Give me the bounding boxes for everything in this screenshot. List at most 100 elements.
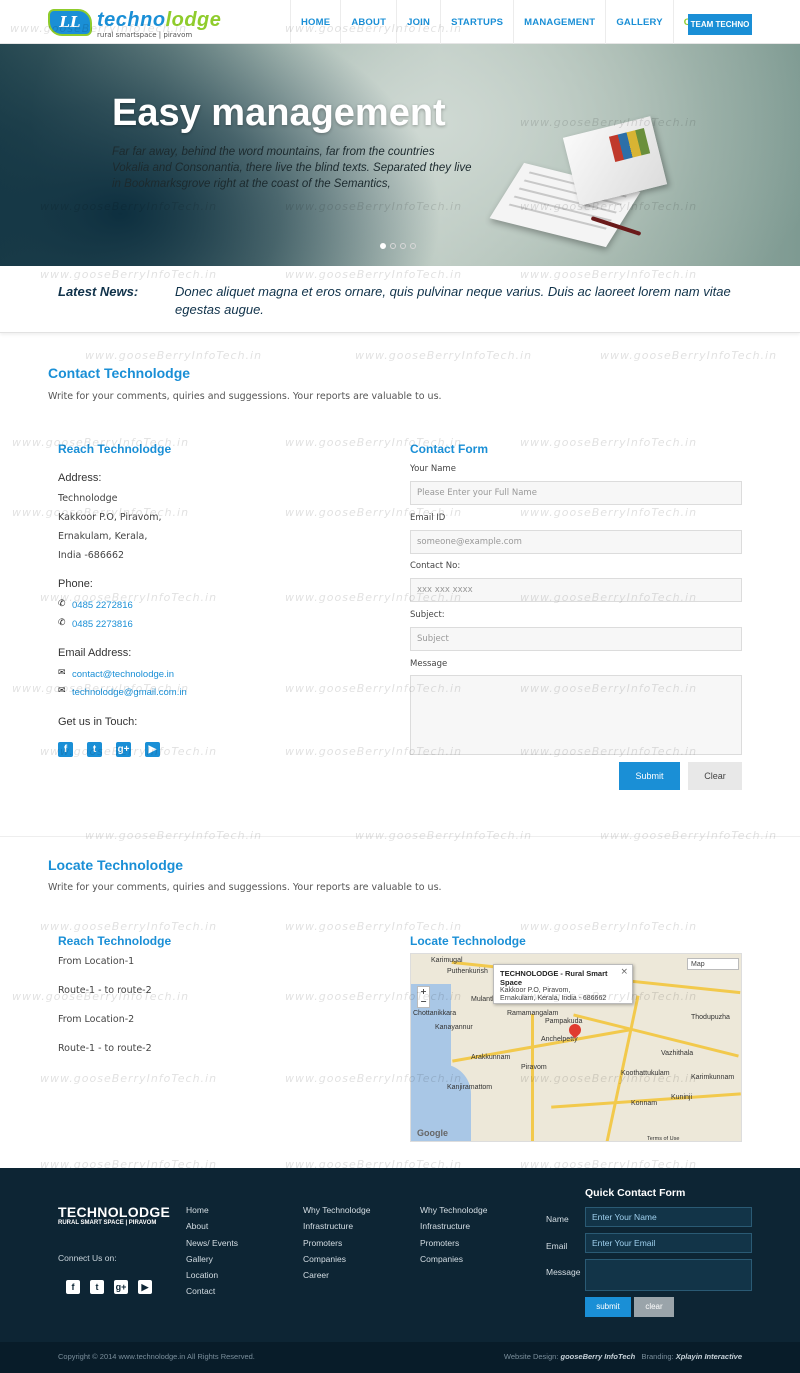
footer-link[interactable]: Why Technolodge — [420, 1203, 487, 1219]
touch-label: Get us in Touch: — [58, 716, 138, 728]
subject-label: Subject: — [410, 610, 445, 620]
contact-title: Contact Technolodge — [48, 365, 191, 381]
email-link-2[interactable]: technolodge@gmail.com.in — [72, 687, 187, 698]
address-label: Address: — [58, 472, 102, 484]
twitter-icon[interactable]: t — [90, 1280, 104, 1294]
message-textarea[interactable] — [410, 675, 742, 755]
nav-management[interactable]: MANAGEMENT — [513, 0, 605, 44]
phone-label: Phone: — [58, 578, 93, 590]
map-place: Arakkunnam — [471, 1054, 511, 1061]
name-input[interactable]: Please Enter your Full Name — [410, 481, 742, 505]
watermark: www.gooseBerryInfoTech.in — [520, 506, 698, 519]
qc-name-input[interactable]: Enter Your Name — [585, 1207, 752, 1227]
footer-link[interactable]: Home — [186, 1203, 238, 1219]
footer-col-2: Why Technolodge Infrastructure Promoters… — [303, 1203, 370, 1284]
hero-title: Easy management — [112, 92, 446, 134]
footer-link[interactable]: Companies — [420, 1252, 487, 1268]
close-icon[interactable]: × — [620, 967, 628, 977]
map-zoom-control[interactable]: + − — [417, 986, 430, 1008]
nav-about[interactable]: ABOUT — [340, 0, 396, 44]
logo-wordmark[interactable]: technolodge — [97, 9, 221, 32]
qc-email-label: Email — [546, 1241, 568, 1251]
google-plus-icon[interactable]: g+ — [114, 1280, 128, 1294]
terms-link[interactable]: Terms of Use — [647, 1136, 679, 1141]
footer-link[interactable]: Career — [303, 1268, 370, 1284]
map-type-button[interactable]: Map — [687, 958, 739, 970]
location-map[interactable]: Karimugal Puthenkurish Ramamangalam Pamp… — [410, 953, 742, 1142]
phone-link-1[interactable]: 0485 2272816 — [72, 600, 133, 611]
footer-link[interactable]: Why Technolodge — [303, 1203, 370, 1219]
map-place: Vazhithala — [661, 1050, 694, 1057]
footer-link[interactable]: About — [186, 1219, 238, 1235]
locate-subtitle: Write for your comments, quiries and sug… — [48, 882, 442, 893]
map-place: Kanayannur — [435, 1024, 473, 1031]
nav-startups[interactable]: STARTUPS — [440, 0, 513, 44]
contact-no-label: Contact No: — [410, 561, 461, 571]
facebook-icon[interactable]: f — [58, 742, 73, 757]
logo-tagline: rural smartspace | piravom — [97, 31, 193, 39]
map-place: Kuninji — [671, 1094, 693, 1101]
team-techno-button[interactable]: TEAM TECHNO — [688, 14, 752, 35]
route-item: From Location-1 — [58, 956, 135, 967]
footer-link[interactable]: Location — [186, 1268, 238, 1284]
route-item: Route-1 - to route-2 — [58, 985, 152, 996]
footer-link[interactable]: Companies — [303, 1252, 370, 1268]
footer-link[interactable]: News/ Events — [186, 1236, 238, 1252]
qc-email-input[interactable]: Enter Your Email — [585, 1233, 752, 1253]
section-divider — [0, 836, 800, 837]
nav-join[interactable]: JOIN — [396, 0, 440, 44]
email-field-label: Email ID — [410, 513, 446, 523]
slide-dot-1[interactable] — [380, 243, 386, 249]
qc-message-textarea[interactable] — [585, 1259, 752, 1291]
submit-button[interactable]: Submit — [619, 762, 680, 790]
credits: Website Design: gooseBerry InfoTech Bran… — [504, 1352, 742, 1361]
footer-logo[interactable]: TECHNOLODGE — [58, 1204, 170, 1220]
slide-dot-4[interactable] — [410, 243, 416, 249]
site-header: LL technolodge rural smartspace | piravo… — [0, 0, 800, 44]
latest-news-text[interactable]: Donec aliquet magna et eros ornare, quis… — [175, 283, 755, 319]
qc-submit-button[interactable]: submit — [585, 1297, 631, 1317]
watermark: www.gooseBerryInfoTech.in — [520, 436, 698, 449]
map-place: Thodupuzha — [691, 1014, 730, 1021]
connect-label: Connect Us on: — [58, 1253, 117, 1263]
footer-link[interactable]: Infrastructure — [303, 1219, 370, 1235]
logo-icon[interactable]: LL — [48, 9, 92, 36]
map-place: Kanjiramattom — [447, 1084, 493, 1091]
map-place: Koothattukulam — [621, 1070, 670, 1077]
phone-link-2[interactable]: 0485 2273816 — [72, 619, 133, 630]
footer-link[interactable]: Infrastructure — [420, 1219, 487, 1235]
map-place: Anchelpetty — [541, 1036, 578, 1043]
map-title: Locate Technolodge — [410, 934, 526, 948]
clear-button[interactable]: Clear — [688, 762, 742, 790]
nav-home[interactable]: HOME — [290, 0, 340, 44]
footer-link[interactable]: Promoters — [303, 1236, 370, 1252]
copyright-text: Copyright © 2014 www.technolodge.in All … — [58, 1352, 255, 1361]
footer-link[interactable]: Promoters — [420, 1236, 487, 1252]
address-block: Technolodge Kakkoor P.O, Piravom, Ernaku… — [58, 489, 161, 565]
popup-address: Ernakulam, Kerala, India - 686662 — [500, 995, 607, 1002]
twitter-icon[interactable]: t — [87, 742, 102, 757]
footer-link[interactable]: Contact — [186, 1284, 238, 1300]
nav-gallery[interactable]: GALLERY — [605, 0, 672, 44]
map-place: Chottanikkara — [413, 1010, 457, 1017]
watermark: www.gooseBerryInfoTech.in — [600, 349, 778, 362]
facebook-icon[interactable]: f — [66, 1280, 80, 1294]
slide-dot-3[interactable] — [400, 243, 406, 249]
design-credit[interactable]: gooseBerry InfoTech — [561, 1352, 636, 1361]
contact-no-input[interactable]: xxx xxx xxxx — [410, 578, 742, 602]
qc-clear-button[interactable]: clear — [634, 1297, 674, 1317]
youtube-icon[interactable]: ▶ — [145, 742, 160, 757]
phone-icon: ✆ — [58, 599, 66, 609]
youtube-icon[interactable]: ▶ — [138, 1280, 152, 1294]
map-road — [605, 995, 640, 1141]
email-input[interactable]: someone@example.com — [410, 530, 742, 554]
footer-link[interactable]: Gallery — [186, 1252, 238, 1268]
address-line: India -686662 — [58, 550, 125, 561]
branding-credit[interactable]: Xplayin Interactive — [676, 1352, 742, 1361]
slide-dot-2[interactable] — [390, 243, 396, 249]
subject-input[interactable]: Subject — [410, 627, 742, 651]
qc-name-label: Name — [546, 1214, 569, 1224]
email-link-1[interactable]: contact@technolodge.in — [72, 669, 174, 680]
mail-icon: ✉ — [58, 686, 66, 696]
google-plus-icon[interactable]: g+ — [116, 742, 131, 757]
